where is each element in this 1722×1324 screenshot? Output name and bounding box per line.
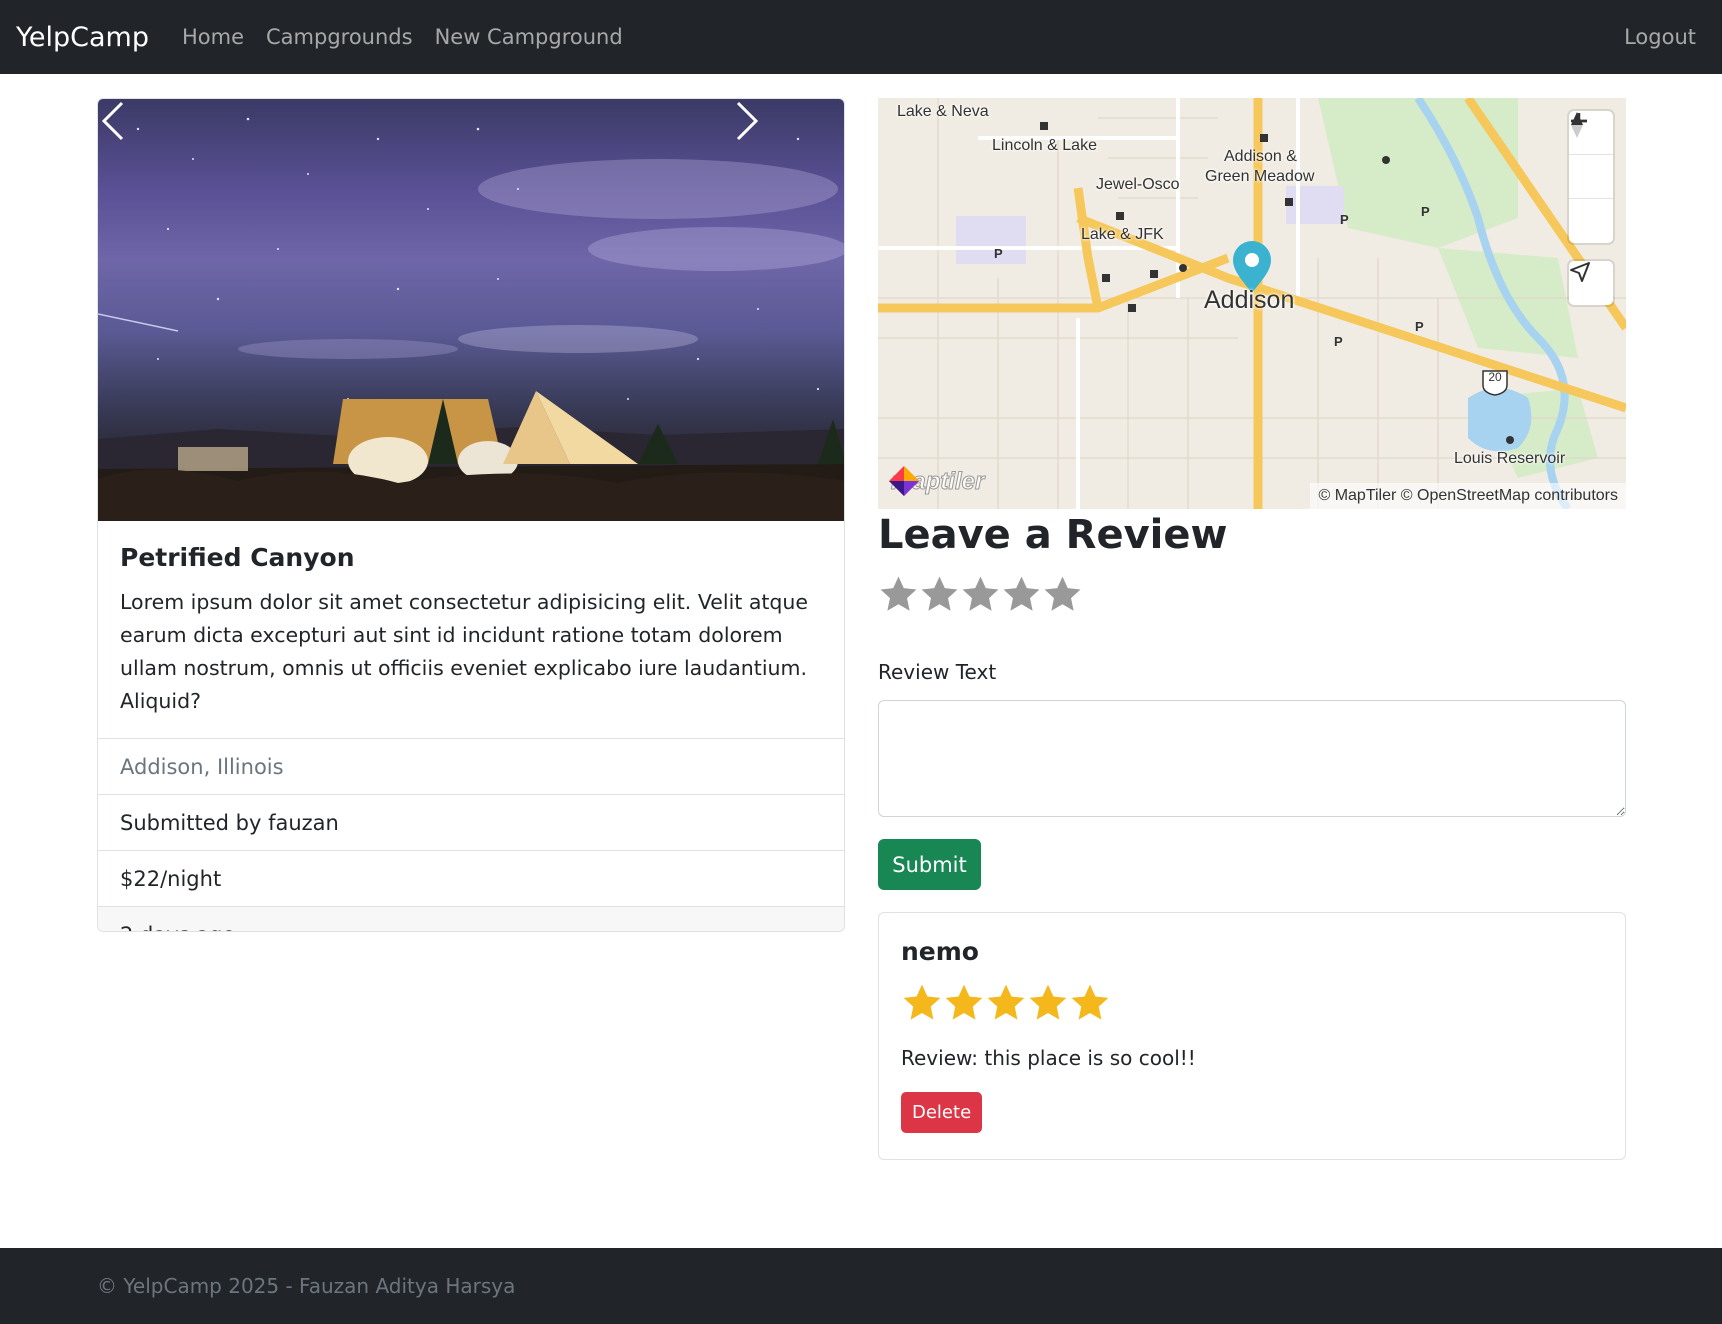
card-body: Petrified Canyon Lorem ipsum dolor sit a… [98, 521, 844, 738]
compass-icon [1571, 112, 1583, 138]
nav-campgrounds-link[interactable]: Campgrounds [266, 25, 413, 49]
map-attribution[interactable]: © MapTiler © OpenStreetMap contributors [1310, 483, 1626, 509]
map-label-lake-jfk: Lake & JFK [1081, 226, 1164, 243]
map-zoom-controls [1569, 111, 1613, 243]
star-filled-icon [903, 984, 941, 1020]
campground-title: Petrified Canyon [120, 543, 355, 572]
review-body: Review: this place is so cool!! [901, 1046, 1196, 1070]
campground-location: Addison, Illinois [98, 738, 844, 794]
star-empty-icon[interactable] [878, 574, 919, 615]
campground-author: Submitted by fauzan [98, 794, 844, 850]
route-20-label: 20 [1488, 370, 1502, 384]
campground-photo [98, 117, 844, 521]
campground-posted-time: 2 days ago [98, 906, 844, 931]
map-label-addison-green-2: Green Meadow [1205, 168, 1315, 185]
star-empty-icon[interactable] [960, 574, 1001, 615]
parking-label: P [1334, 334, 1343, 349]
compass-button[interactable] [1569, 112, 1613, 243]
zoom-out-button[interactable] [1569, 119, 1613, 199]
campground-description: Lorem ipsum dolor sit amet consectetur a… [120, 590, 809, 713]
chevron-left-icon [101, 101, 124, 141]
footer: © YelpCamp 2025 - Fauzan Aditya Harsya [0, 1248, 1722, 1324]
leave-review-heading: Leave a Review [878, 512, 1228, 558]
map-label-town: Addison [1204, 286, 1295, 314]
geolocate-button[interactable] [1569, 261, 1613, 305]
chevron-right-icon [736, 101, 759, 141]
review-rating [901, 982, 1603, 1024]
campground-map[interactable]: 20 P P P P P Lake & Neva Lincoln & Lake … [878, 98, 1626, 509]
nav-right: Logout [1624, 25, 1706, 49]
logout-link[interactable]: Logout [1624, 25, 1696, 49]
nav-new-campground-link[interactable]: New Campground [435, 25, 623, 49]
star-empty-icon[interactable] [919, 574, 960, 615]
review-author: nemo [901, 937, 979, 966]
carousel-prev-button[interactable] [98, 99, 208, 521]
navbar: YelpCamp Home Campgrounds New Campground… [0, 0, 1722, 74]
parking-label: P [1415, 319, 1424, 334]
map-label-lincoln-lake: Lincoln & Lake [992, 137, 1097, 154]
parking-label: P [1421, 204, 1430, 219]
star-filled-icon [1071, 984, 1109, 1020]
star-filled-icon [945, 984, 983, 1020]
rating-input[interactable] [878, 574, 1083, 615]
image-carousel [98, 99, 844, 521]
navigation-arrow-icon [1570, 262, 1590, 282]
brand-link[interactable]: YelpCamp [16, 22, 149, 53]
footer-copyright: © YelpCamp 2025 - Fauzan Aditya Harsya [97, 1274, 516, 1298]
maptiler-logo[interactable]: maptiler [887, 464, 985, 500]
map-label-jewel-osco: Jewel-Osco [1096, 176, 1180, 193]
nav-home-link[interactable]: Home [182, 25, 244, 49]
map-label-reservoir: Louis Reservoir [1454, 450, 1566, 467]
delete-review-button[interactable]: Delete [901, 1092, 983, 1133]
campground-price: $22/night [98, 850, 844, 906]
star-filled-icon [987, 984, 1025, 1020]
review-text-input[interactable] [878, 700, 1626, 817]
parking-label: P [1340, 212, 1349, 227]
maptiler-logo-icon [889, 466, 919, 496]
parking-label: P [994, 246, 1003, 261]
star-empty-icon[interactable] [1001, 574, 1042, 615]
star-filled-icon [1029, 984, 1067, 1020]
map-label-addison-green-1: Addison & [1224, 148, 1297, 165]
star-empty-icon[interactable] [1042, 574, 1083, 615]
review-card: nemo Review: this place is so cool!! Del… [878, 912, 1626, 1160]
map-label-lake-neva: Lake & Neva [897, 103, 989, 120]
submit-review-button[interactable]: Submit [878, 839, 981, 890]
carousel-next-button[interactable] [734, 99, 844, 521]
review-text-label: Review Text [878, 660, 997, 684]
campground-card: Petrified Canyon Lorem ipsum dolor sit a… [97, 98, 845, 932]
